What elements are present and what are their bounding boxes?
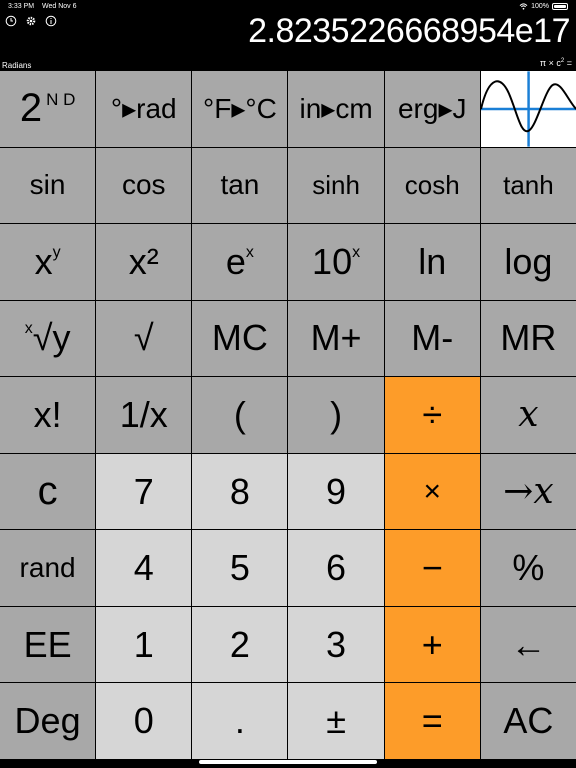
digit-8-button[interactable]: 8: [192, 453, 288, 530]
memory-recall-button[interactable]: MR: [480, 300, 576, 377]
sqrt-button[interactable]: √: [96, 300, 192, 377]
random-button[interactable]: rand: [0, 530, 96, 606]
formula-suffix: =: [564, 58, 572, 68]
subtract-button[interactable]: −: [384, 530, 480, 606]
xy-sup: y: [52, 243, 61, 261]
ln-button[interactable]: ln: [384, 224, 480, 300]
second-sup: N D: [46, 89, 76, 109]
all-clear-button[interactable]: AC: [480, 683, 576, 759]
digit-3-button[interactable]: 3: [288, 606, 384, 683]
deg-to-rad-button[interactable]: °▸rad: [96, 71, 192, 147]
digit-6-button[interactable]: 6: [288, 530, 384, 606]
fahrenheit-to-celsius-button[interactable]: °F▸°C: [192, 71, 288, 147]
percent-button[interactable]: %: [480, 530, 576, 606]
tan-button[interactable]: tan: [192, 147, 288, 224]
ten-power-x-button[interactable]: 10 x: [288, 224, 384, 300]
e-power-x-button[interactable]: ex: [192, 224, 288, 300]
memory-clear-button[interactable]: MC: [192, 300, 288, 377]
xy-base: x: [34, 240, 53, 282]
x-squared-button[interactable]: x²: [96, 224, 192, 300]
sinh-button[interactable]: sinh: [288, 147, 384, 224]
memory-subtract-button[interactable]: M-: [384, 300, 480, 377]
second-button[interactable]: 2N D: [0, 71, 96, 147]
ex-sup: x: [245, 243, 254, 261]
memory-add-button[interactable]: M+: [288, 300, 384, 377]
digit-4-button[interactable]: 4: [96, 530, 192, 606]
ex-base: e: [225, 240, 246, 282]
sine-graph-icon: [480, 71, 576, 147]
status-date: Wed Nov 6: [42, 3, 77, 10]
plus-minus-button[interactable]: ±: [288, 683, 384, 759]
exponent-entry-button[interactable]: EE: [0, 606, 96, 683]
formula-label: π × c2 =: [540, 58, 572, 68]
equals-button[interactable]: =: [384, 683, 480, 759]
cosh-button[interactable]: cosh: [384, 147, 480, 224]
digit-0-button[interactable]: 0: [96, 683, 192, 759]
digit-7-button[interactable]: 7: [96, 453, 192, 530]
battery-icon: [552, 3, 568, 10]
cos-button[interactable]: cos: [96, 147, 192, 224]
log-button[interactable]: log: [480, 224, 576, 300]
sin-button[interactable]: sin: [0, 147, 96, 224]
history-icon[interactable]: [5, 15, 17, 27]
inch-to-cm-button[interactable]: in▸cm: [288, 71, 384, 147]
wifi-icon: [519, 3, 528, 10]
erg-to-joule-button[interactable]: erg▸J: [384, 71, 480, 147]
divide-button[interactable]: ÷: [384, 377, 480, 453]
right-paren-button[interactable]: ): [288, 377, 384, 453]
tenx-base: 10: [312, 240, 353, 282]
x-power-y-button[interactable]: xy: [0, 224, 96, 300]
factorial-button[interactable]: x!: [0, 377, 96, 453]
graph-button[interactable]: [480, 71, 576, 147]
add-button[interactable]: +: [384, 606, 480, 683]
gear-icon[interactable]: [25, 15, 37, 27]
variable-x-button[interactable]: x: [480, 377, 576, 453]
tanh-button[interactable]: tanh: [480, 147, 576, 224]
digit-5-button[interactable]: 5: [192, 530, 288, 606]
store-x-button[interactable]: →x: [480, 453, 576, 530]
formula-prefix: π × c: [539, 58, 561, 68]
tenx-sup: x: [352, 243, 361, 261]
status-right: 100%: [519, 3, 568, 10]
digit-2-button[interactable]: 2: [192, 606, 288, 683]
left-paren-button[interactable]: (: [192, 377, 288, 453]
clear-button[interactable]: c: [0, 453, 96, 530]
battery-percent: 100%: [531, 3, 549, 10]
decimal-button[interactable]: .: [192, 683, 288, 759]
display-value: 2.8235226668954e17: [248, 12, 570, 50]
deg-mode-button[interactable]: Deg: [0, 683, 96, 759]
reciprocal-button[interactable]: 1/x: [96, 377, 192, 453]
home-indicator[interactable]: [199, 760, 377, 764]
backspace-button[interactable]: ←: [480, 606, 576, 683]
xrooty-pre: x: [24, 320, 33, 338]
digit-9-button[interactable]: 9: [288, 453, 384, 530]
x-root-y-button[interactable]: x √y: [0, 300, 96, 377]
digit-1-button[interactable]: 1: [96, 606, 192, 683]
status-time: 3:33 PM: [8, 3, 35, 10]
angle-mode-label: Radians: [2, 61, 32, 70]
multiply-button[interactable]: ×: [384, 453, 480, 530]
second-base: 2: [19, 86, 43, 131]
keypad: 2N D °▸rad °F▸°C in▸cm erg▸J sin cos tan…: [0, 71, 576, 759]
info-icon[interactable]: [45, 15, 57, 27]
xrooty-base: √y: [32, 317, 71, 359]
